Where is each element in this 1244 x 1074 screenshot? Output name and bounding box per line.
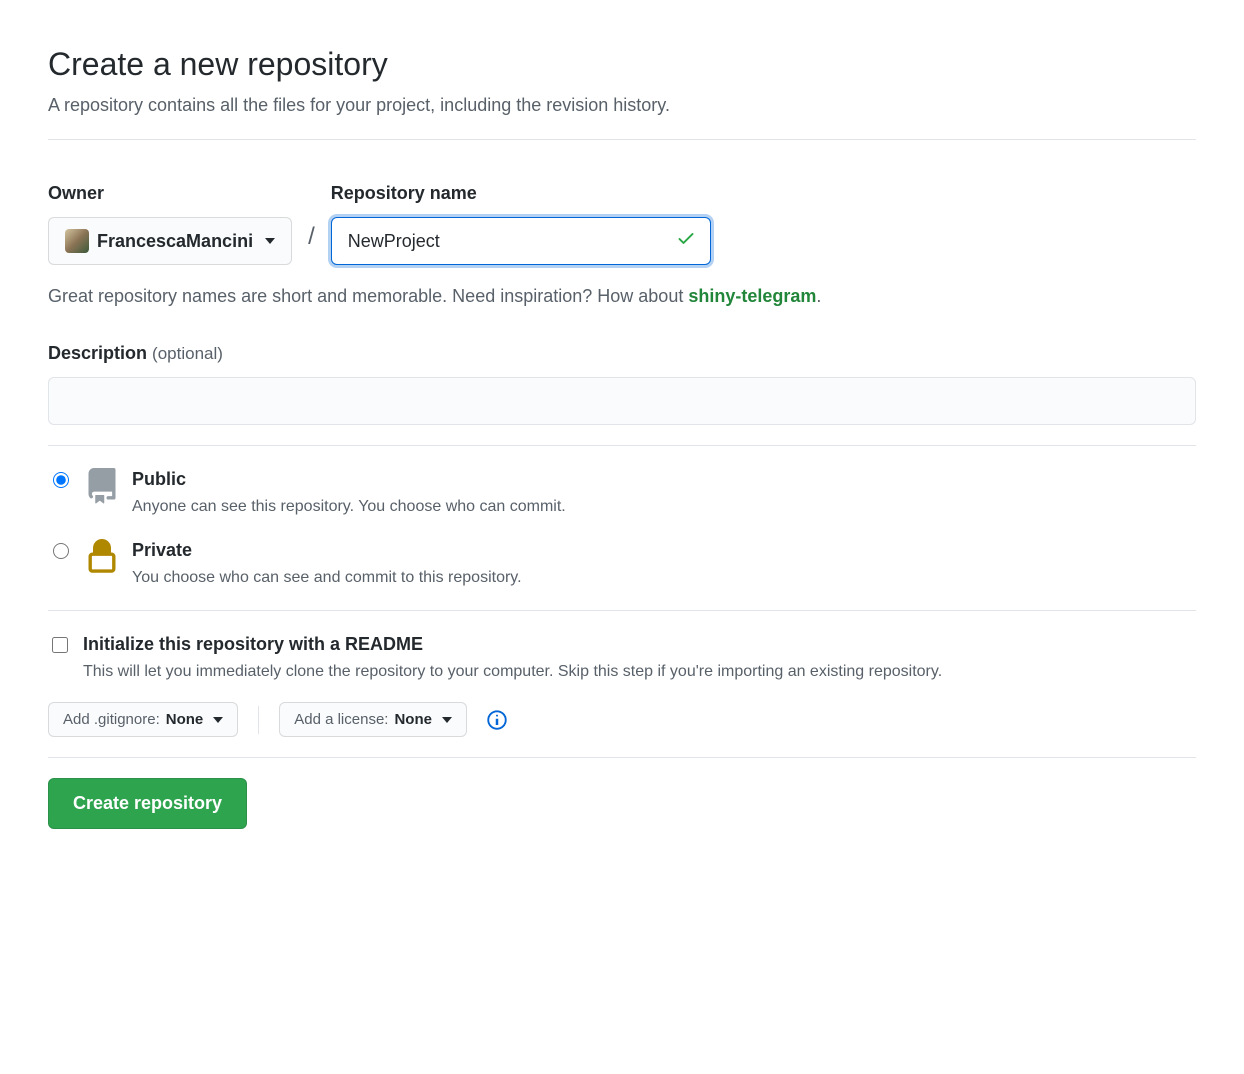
visibility-public-radio[interactable] [53,472,69,488]
visibility-private-title: Private [132,537,522,564]
avatar [65,229,89,253]
caret-down-icon [265,238,275,244]
repo-name-suggestion[interactable]: shiny-telegram [688,286,816,306]
owner-username: FrancescaMancini [97,231,253,252]
info-icon[interactable] [487,710,507,730]
readme-subtitle: This will let you immediately clone the … [83,660,942,684]
page-title: Create a new repository [48,40,1196,88]
repo-name-hint: Great repository names are short and mem… [48,283,1196,310]
repo-name-label: Repository name [331,180,711,207]
lock-icon [84,537,120,583]
path-separator: / [304,219,319,265]
gitignore-select-button[interactable]: Add .gitignore: None [48,702,238,737]
description-label: Description (optional) [48,340,1196,367]
visibility-public-title: Public [132,466,566,493]
visibility-private-subtitle: You choose who can see and commit to thi… [132,566,522,590]
separator [258,706,259,734]
repo-name-input-wrap [331,217,711,265]
divider [48,445,1196,446]
visibility-private-row: Private You choose who can see and commi… [48,537,1196,590]
visibility-public-row: Public Anyone can see this repository. Y… [48,466,1196,519]
divider [48,610,1196,611]
create-repository-button[interactable]: Create repository [48,778,247,829]
caret-down-icon [442,717,452,723]
owner-select-button[interactable]: FrancescaMancini [48,217,292,265]
caret-down-icon [213,717,223,723]
page-subtitle: A repository contains all the files for … [48,92,1196,119]
readme-row: Initialize this repository with a README… [48,631,1196,684]
description-input[interactable] [48,377,1196,425]
visibility-public-subtitle: Anyone can see this repository. You choo… [132,495,566,519]
license-select-button[interactable]: Add a license: None [279,702,467,737]
readme-title: Initialize this repository with a README [83,631,942,658]
divider [48,757,1196,758]
owner-label: Owner [48,180,292,207]
repo-icon [84,466,120,512]
divider [48,139,1196,140]
check-icon [676,228,696,254]
readme-checkbox[interactable] [52,637,68,653]
repo-name-input[interactable] [332,218,710,264]
visibility-private-radio[interactable] [53,543,69,559]
